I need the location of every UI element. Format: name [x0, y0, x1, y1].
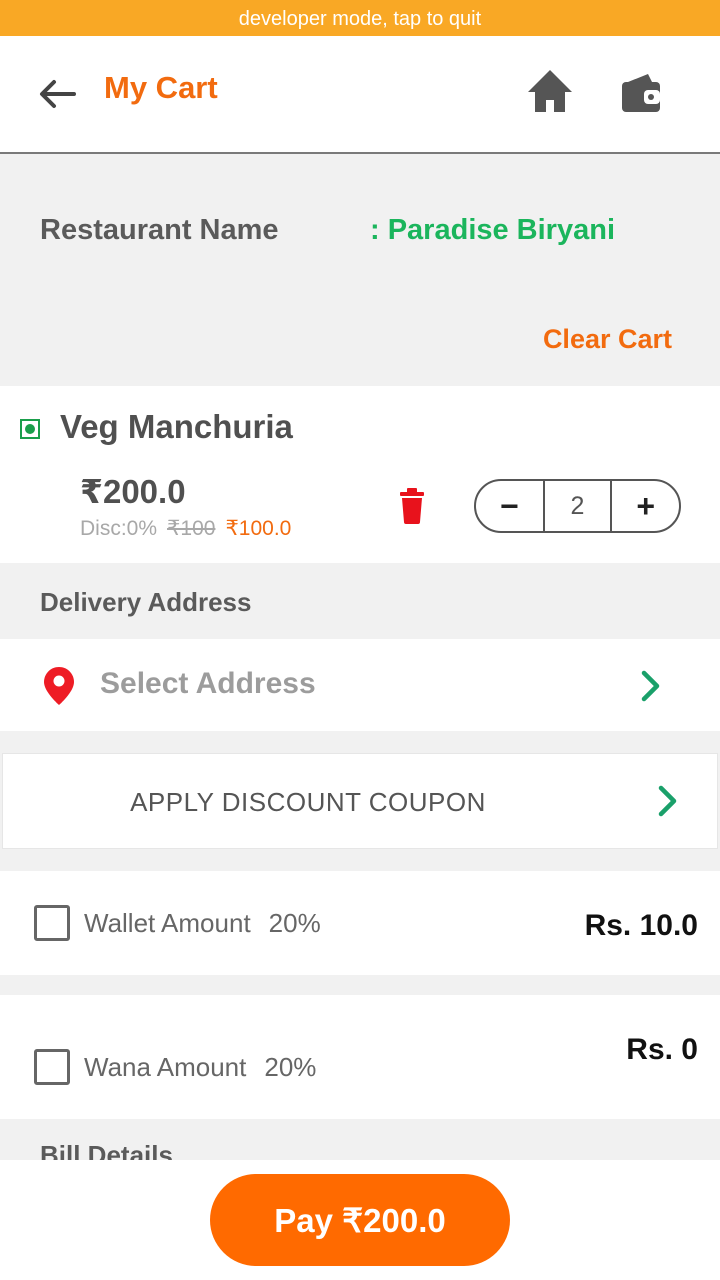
wallet-amount-label: Wallet Amount 20% — [84, 908, 321, 939]
veg-indicator-icon — [20, 419, 40, 439]
item-total-price: ₹200.0 — [80, 473, 186, 510]
page-title: My Cart — [104, 70, 218, 105]
unit-price: ₹100.0 — [225, 517, 292, 540]
location-pin-icon — [44, 667, 74, 705]
chevron-right-icon — [640, 669, 662, 703]
wallet-checkbox[interactable] — [34, 905, 70, 941]
item-discount-line: Disc:0% ₹100 ₹100.0 — [80, 516, 291, 541]
discount-percent: Disc:0% — [80, 517, 158, 540]
decrease-quantity-button[interactable]: − — [476, 481, 543, 531]
restaurant-name: : Paradise Biryani — [370, 214, 615, 246]
chevron-right-icon — [657, 784, 679, 818]
address-placeholder: Select Address — [100, 667, 316, 700]
clear-cart-button[interactable]: Clear Cart — [543, 324, 672, 355]
quantity-stepper: − 2 + — [474, 479, 681, 533]
delivery-address-heading: Delivery Address — [40, 587, 252, 617]
select-address-row[interactable]: Select Address — [0, 639, 720, 731]
app-bar: My Cart — [0, 36, 720, 154]
apply-coupon-row[interactable]: APPLY DISCOUNT COUPON — [2, 753, 718, 849]
delete-icon[interactable] — [398, 488, 426, 524]
item-name: Veg Manchuria — [60, 408, 293, 445]
quantity-value: 2 — [542, 481, 613, 531]
increase-quantity-button[interactable]: + — [612, 481, 679, 531]
developer-mode-banner[interactable]: developer mode, tap to quit — [0, 0, 720, 36]
wallet-amount-value: Rs. 10.0 — [584, 909, 698, 942]
home-icon[interactable] — [524, 66, 576, 116]
cart-item: Veg Manchuria ₹200.0 Disc:0% ₹100 ₹100.0 −… — [0, 386, 720, 563]
wana-amount-label: Wana Amount 20% — [84, 1052, 316, 1083]
wallet-icon[interactable] — [618, 70, 664, 116]
wallet-percent: 20% — [268, 908, 321, 938]
wana-checkbox[interactable] — [34, 1049, 70, 1085]
wallet-amount-row: Wallet Amount 20% Rs. 10.0 — [0, 871, 720, 975]
wana-amount-row: Wana Amount 20% Rs. 0 — [0, 995, 720, 1119]
wallet-label-text: Wallet Amount — [84, 908, 251, 938]
restaurant-label: Restaurant Name — [40, 214, 279, 246]
wana-amount-value: Rs. 0 — [626, 1033, 698, 1066]
original-price: ₹100 — [167, 517, 216, 540]
bottom-pay-bar: Pay ₹200.0 — [0, 1160, 720, 1280]
wana-label-text: Wana Amount — [84, 1052, 247, 1082]
apply-coupon-label: APPLY DISCOUNT COUPON — [130, 787, 486, 817]
restaurant-section: Restaurant Name : Paradise Biryani Clear… — [0, 154, 720, 386]
pay-button[interactable]: Pay ₹200.0 — [210, 1174, 510, 1266]
arrow-left-icon[interactable] — [34, 72, 82, 116]
wana-percent: 20% — [264, 1052, 317, 1082]
